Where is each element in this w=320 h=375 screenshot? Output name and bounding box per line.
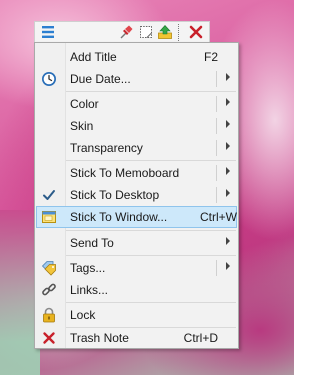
submenu-divider	[216, 187, 217, 203]
menu-item-label: Stick To Memoboard	[70, 166, 180, 180]
menu-separator	[66, 91, 236, 92]
menu-item-label: Send To	[70, 236, 114, 250]
submenu-divider	[216, 71, 217, 87]
submenu-arrow-icon[interactable]	[226, 167, 230, 175]
pushpin-icon[interactable]	[118, 24, 134, 40]
menu-item-send-to[interactable]: Send To	[36, 232, 237, 254]
note-toolbar	[34, 21, 210, 42]
menu-item-due-date[interactable]: Due Date...	[36, 68, 237, 90]
menu-item-label: Skin	[70, 119, 94, 133]
submenu-arrow-icon[interactable]	[226, 120, 230, 128]
menu-item-tags[interactable]: Tags...	[36, 257, 237, 279]
submenu-divider	[216, 260, 217, 276]
arrow-up-icon[interactable]	[157, 24, 173, 40]
submenu-divider	[216, 118, 217, 134]
menu-item-links[interactable]: Links...	[36, 279, 237, 301]
submenu-divider	[216, 96, 217, 112]
padlock-icon	[41, 307, 57, 323]
menu-item-color[interactable]: Color	[36, 93, 237, 115]
submenu-arrow-icon[interactable]	[226, 142, 230, 150]
clock-icon	[41, 71, 57, 87]
menu-item-stick-to-desktop[interactable]: Stick To Desktop	[36, 184, 237, 206]
menu-item-label: Transparency	[70, 141, 143, 155]
window-icon	[41, 209, 57, 225]
trash-x-icon	[41, 330, 57, 346]
menu-item-shortcut: F2	[203, 50, 218, 64]
menu-item-shortcut: Ctrl+D	[183, 331, 218, 345]
menu-lines-icon[interactable]	[40, 24, 56, 40]
menu-item-label: Links...	[70, 283, 109, 297]
chain-link-icon	[41, 282, 57, 298]
menu-separator	[66, 160, 236, 161]
submenu-divider	[216, 140, 217, 156]
menu-item-label: Due Date...	[70, 72, 131, 86]
menu-item-label: Add Title	[70, 50, 117, 64]
submenu-arrow-icon[interactable]	[226, 262, 230, 270]
menu-item-add-title[interactable]: Add Title F2	[36, 46, 237, 68]
menu-item-label: Color	[70, 97, 99, 111]
menu-item-stick-to-memoboard[interactable]: Stick To Memoboard	[36, 162, 237, 184]
close-x-icon[interactable]	[188, 24, 204, 40]
submenu-arrow-icon[interactable]	[226, 189, 230, 197]
menu-item-label: Trash Note	[70, 331, 129, 345]
submenu-divider	[216, 165, 217, 181]
menu-item-stick-to-window[interactable]: Stick To Window... Ctrl+W	[36, 206, 237, 228]
checkmark-icon	[41, 187, 57, 203]
menu-item-transparency[interactable]: Transparency	[36, 137, 237, 159]
menu-separator	[66, 255, 236, 256]
menu-item-label: Lock	[70, 308, 96, 322]
note-context-menu: Add Title F2 Due Date... Color Skin Tran…	[34, 42, 239, 349]
menu-item-shortcut: Ctrl+W	[200, 210, 237, 224]
submenu-arrow-icon[interactable]	[226, 73, 230, 81]
menu-separator	[66, 302, 236, 303]
submenu-arrow-icon[interactable]	[226, 237, 230, 245]
toolbar-separator	[178, 24, 179, 41]
menu-item-lock[interactable]: Lock	[36, 304, 237, 326]
menu-separator	[66, 230, 236, 231]
menu-item-label: Tags...	[70, 261, 106, 275]
menu-item-trash-note[interactable]: Trash Note Ctrl+D	[36, 327, 237, 349]
menu-item-label: Stick To Window...	[70, 210, 168, 224]
note-outline-icon[interactable]	[138, 24, 154, 40]
tags-icon	[41, 260, 57, 276]
menu-item-skin[interactable]: Skin	[36, 115, 237, 137]
menu-item-label: Stick To Desktop	[70, 188, 160, 202]
submenu-arrow-icon[interactable]	[226, 98, 230, 106]
